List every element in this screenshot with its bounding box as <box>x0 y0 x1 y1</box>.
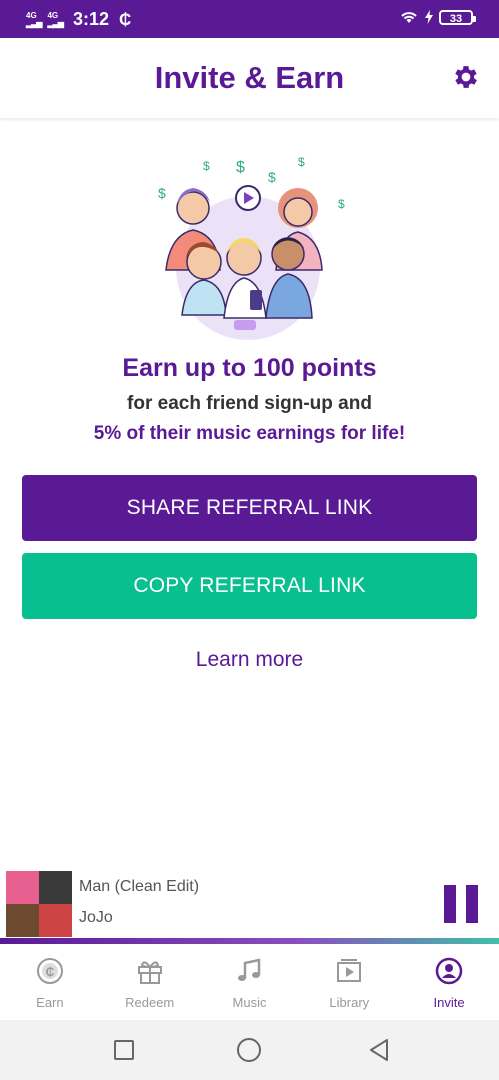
charging-icon <box>425 10 433 24</box>
library-play-icon <box>337 959 362 982</box>
signal-1-icon: 4G ▂▃▅ <box>26 10 43 28</box>
battery-icon: 33 <box>439 9 476 25</box>
back-icon[interactable] <box>367 1038 391 1062</box>
share-referral-link-button[interactable]: SHARE REFERRAL LINK <box>22 475 477 541</box>
nav-label-earn: Earn <box>36 995 64 1010</box>
svg-text:₵: ₵ <box>46 965 55 979</box>
track-artist: JoJo <box>79 909 113 926</box>
music-note-icon <box>238 958 261 981</box>
invite-person-icon <box>435 957 463 985</box>
svg-text:$: $ <box>203 159 210 173</box>
nav-item-music[interactable]: Music <box>200 944 300 1020</box>
svg-text:$: $ <box>338 197 345 211</box>
pause-icon[interactable] <box>444 885 478 923</box>
nav-label-redeem: Redeem <box>125 995 175 1010</box>
learn-more-link[interactable]: Learn more <box>0 648 499 672</box>
wifi-icon <box>401 12 417 23</box>
copy-referral-link-button[interactable]: COPY REFERRAL LINK <box>22 553 477 619</box>
gift-icon <box>137 961 162 984</box>
settings-gear-icon[interactable] <box>451 62 481 92</box>
earn-coin-icon: ₵ <box>36 958 63 984</box>
status-bar: 4G ▂▃▅ 4G ▂▃▅ 3:12 ₵ 33 <box>0 0 499 38</box>
svg-text:$: $ <box>158 185 166 201</box>
nav-label-music: Music <box>232 995 267 1010</box>
system-navigation-bar <box>0 1020 499 1080</box>
svg-text:$: $ <box>298 155 305 169</box>
app-notification-icon: ₵ <box>118 9 132 29</box>
promo-headline: Earn up to 100 points <box>122 354 377 382</box>
promo-line-2: 5% of their music earnings for life! <box>93 423 406 444</box>
recent-apps-icon[interactable] <box>114 1040 134 1060</box>
nav-label-library: Library <box>329 995 370 1010</box>
promo-line-1: for each friend sign-up and <box>127 393 372 414</box>
nav-label-invite: Invite <box>433 995 465 1010</box>
signal-2-icon: 4G ▂▃▅ <box>47 10 64 28</box>
friends-music-illustration: $ $ $ $ $ $ <box>158 155 345 340</box>
page-title: Invite & Earn <box>154 60 345 95</box>
nav-item-redeem[interactable]: Redeem <box>100 944 200 1020</box>
mini-player[interactable]: Man (Clean Edit) JoJo <box>0 868 499 938</box>
nav-item-earn[interactable]: ₵ Earn <box>0 944 100 1020</box>
app-header: Invite & Earn <box>0 38 499 118</box>
svg-text:$: $ <box>236 159 245 176</box>
home-icon[interactable] <box>237 1038 261 1062</box>
bottom-navigation: ₵ Earn Redeem Music Library Invite <box>0 944 499 1020</box>
nav-item-invite[interactable]: Invite <box>399 944 499 1020</box>
nav-item-library[interactable]: Library <box>299 944 399 1020</box>
clock: 3:12 <box>72 9 109 29</box>
svg-text:$: $ <box>268 169 276 185</box>
track-title: Man (Clean Edit) <box>79 878 200 895</box>
album-art <box>6 871 72 937</box>
